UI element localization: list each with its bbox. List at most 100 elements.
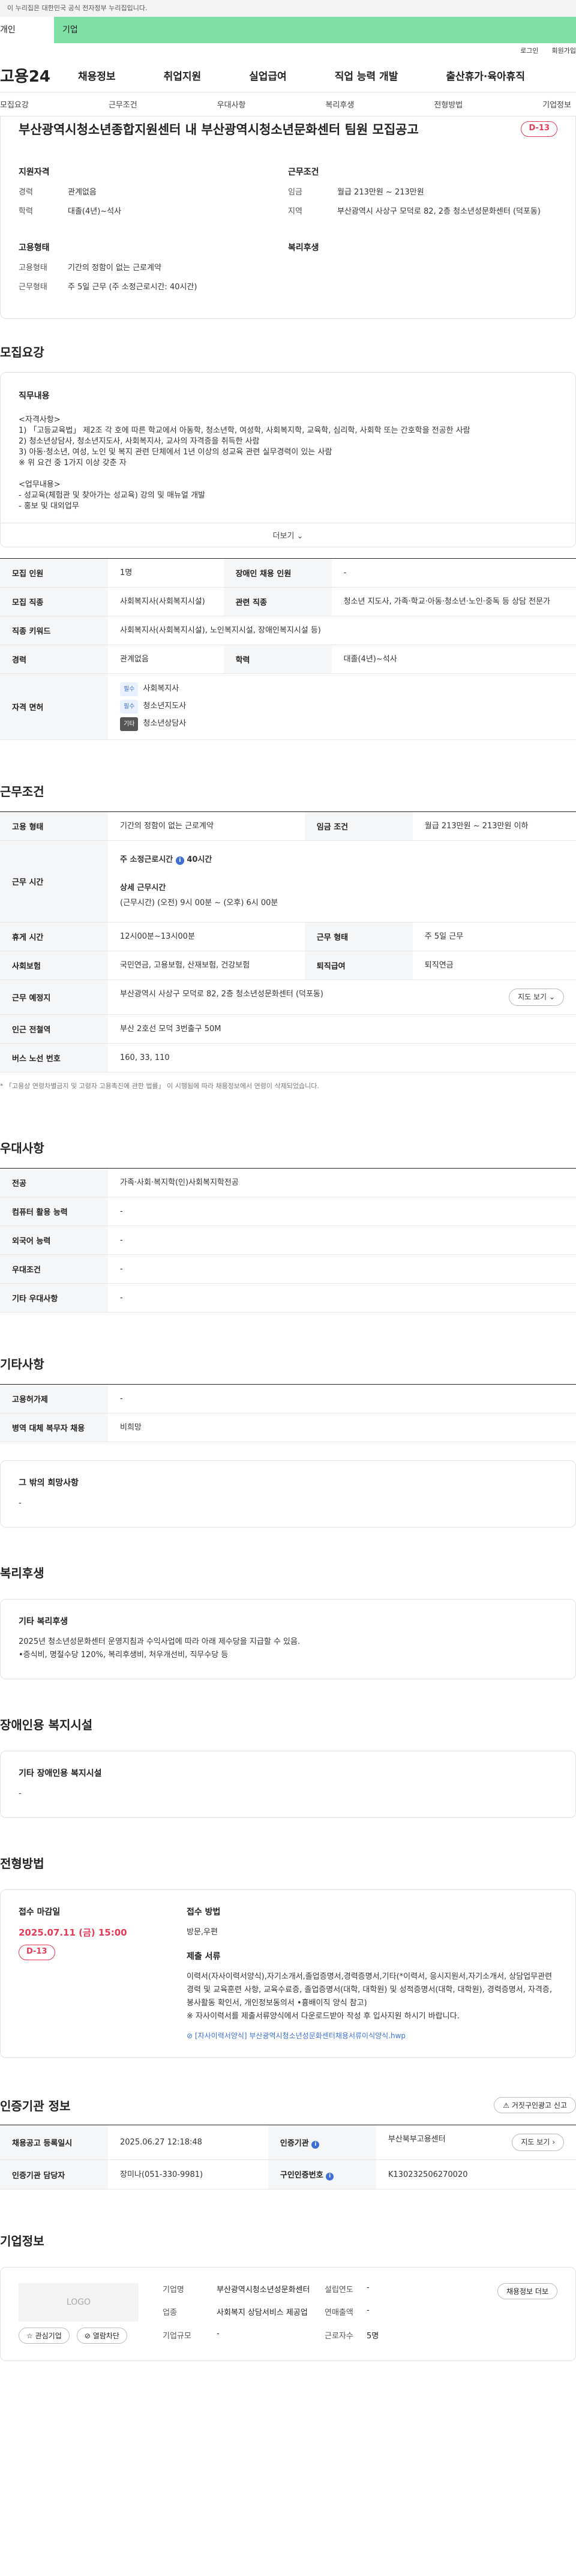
info-icon[interactable]: i [326,2173,334,2180]
subway-label: 인근 전철역 [0,1014,108,1044]
hope-box: 그 밖의 희망사항 - [0,1460,576,1527]
license-tag: 필수 [120,682,139,696]
hours-cell: 주 소정근로시간 i 40시간 상세 근무시간 (근무시간) (오전) 9시 0… [108,840,576,922]
login-link[interactable]: 로그인 [520,43,538,59]
career2-label: 경력 [0,645,108,674]
age-note: * 「고용상 연령차별금지 및 고령자 고용촉진에 관한 법률」 이 시행됨에 … [0,1082,319,1090]
subnav-pref[interactable]: 우대사항 [217,98,246,110]
year-label: 설립연도 [325,2286,353,2295]
wage-value: 월급 213만원 ~ 213만원 [337,188,424,197]
agency-label-text: 인증기관 [280,2138,309,2148]
nav-leave[interactable]: 출산휴가·육아휴직 [446,68,525,83]
manager-label: 인증기관 담당자 [0,2159,108,2189]
qualification-block: 지원자격 경력 관계없음 학력 대졸(4년)~석사 [19,166,288,226]
nav-support[interactable]: 취업지원 [164,68,202,83]
site-logo[interactable]: 고용24 [0,64,66,86]
disabled-label: 장애인 채용 인원 [223,558,332,588]
selection-dday-badge: D-13 [19,1945,55,1960]
disabled-box: 기타 장애인용 복지시설 - [0,1751,576,1818]
attachment-link[interactable]: ⊘ [자사이력서양식] 부산광역시청소년성문화센터채용서류이식양식.hwp [187,2030,557,2041]
subnav-welfare[interactable]: 복리후생 [325,98,354,110]
area-label: 지역 [288,207,302,216]
recruit-section-title: 모집요강 [0,345,44,360]
coname-label: 기업명 [163,2286,184,2295]
major-value: 가족·사회·복지학(인)사회복지학전공 [108,1168,576,1197]
pref-table: 전공 가족·사회·복지학(인)사회복지학전공 컴퓨터 활용 능력 - 외국어 능력 -… [0,1168,576,1313]
wage2-value: 월급 213만원 ~ 213만원 이하 [412,811,576,841]
count-value: 1명 [108,558,224,588]
career-value: 관계없음 [68,188,97,197]
info-icon[interactable]: i [311,2140,320,2149]
certno-value: K130232506270020 [376,2159,576,2189]
signup-link[interactable]: 회원가입 [552,43,576,59]
form-label: 근무 형태 [304,922,413,951]
block-button[interactable]: ⊘ 열람차단 [76,2328,127,2344]
chevron-down-icon: ⌄ [296,532,304,541]
major-label: 전공 [0,1168,108,1197]
summary-card: 부산광역시청소년종합지원센터 내 부산광역시청소년문화센터 팀원 모집공고 D-… [0,116,576,319]
license-name: 사회복지사 [143,684,179,693]
subnav-selection[interactable]: 전형방법 [434,98,463,110]
dday-badge: D-13 [521,121,557,137]
lang-value: - [108,1226,576,1255]
report-button[interactable]: ⚠ 거짓구인광고 신고 [494,2097,576,2113]
global-nav: 고용24 채용정보 취업지원 실업급여 직업 능력 개발 출산휴가·육아휴직 [0,59,576,92]
prefcond-value: - [108,1254,576,1284]
place-cell: 부산광역시 사상구 모덕로 82, 2층 청소년성문화센터 (덕포동) 지도 보… [108,980,576,1015]
hire-value: - [108,1384,576,1413]
nav-jobs[interactable]: 채용정보 [78,68,116,83]
block-label: 열람차단 [92,2332,119,2340]
job-value: 사회복지사(사회복지시설) [108,587,224,616]
fav-company-button[interactable]: ☆ 관심기업 [19,2328,70,2344]
welfare-section-title: 복리후생 [0,1566,44,1580]
rel-value: 청소년 지도사, 가족·학교·아동·청소년·노인·중독 등 상담 전문가 [331,587,576,616]
hope-heading: 그 밖의 희망사항 [19,1478,79,1488]
subnav-conditions[interactable]: 근무조건 [109,98,137,110]
form-value: 주 5일 근무 [412,922,576,951]
attachment-icon: ⊘ [187,2032,193,2040]
detail-value: (근무시간) (오전) 9시 00분 ~ (오후) 6시 00분 [120,898,278,907]
emptype2-value: 기간의 정함이 없는 근로계약 [108,811,305,841]
company-box: LOGO ☆ 관심기업 ⊘ 열람차단 기업명 부산광역시청소년성문화센터 설립연도… [0,2267,576,2361]
hours-value: 40시간 [187,855,212,864]
disabled-value: - [331,558,576,588]
agency-label: 인증기관 i [268,2125,376,2160]
star-icon: ☆ [26,2332,33,2340]
license-name: 청소년상담사 [143,719,187,728]
welfare-block: 복리후생 [288,241,557,301]
career2-value: 관계없음 [108,645,224,674]
jd-text: <자격사항> 1) 「고등교육법」 제2조 각 호에 따른 학교에서 아동학, … [19,415,470,511]
tab-personal[interactable]: 개인 [0,17,54,43]
career-label: 경력 [19,188,33,197]
disabled-section-title: 장애인용 복지시설 [0,1718,93,1732]
qualification-heading: 지원자격 [19,167,50,177]
info-icon[interactable]: i [175,856,184,865]
company-jobs-button[interactable]: 채용정보 더보 [497,2283,557,2299]
tab-company[interactable]: 기업 [54,17,576,43]
revenue-value: - [367,2306,370,2316]
nav-training[interactable]: 직업 능력 개발 [335,68,398,83]
agency-map-button[interactable]: 지도 보기 › [512,2134,564,2151]
scale-value: - [217,2329,220,2338]
more-button[interactable]: 더보기 ⌄ [1,523,575,547]
docs-heading: 제출 서류 [187,1952,221,1961]
agency-value: 부산북부고용센터 [388,2135,446,2144]
company-logo: LOGO [19,2283,139,2322]
nav-benefit[interactable]: 실업급여 [249,68,287,83]
license-label: 자격 면허 [0,673,108,740]
emptype-value: 기간의 정함이 없는 근로계약 [68,263,161,272]
map-button[interactable]: 지도 보기 ⌄ [509,989,564,1006]
industry-value: 사회복지 상담서비스 제공업 [217,2308,308,2318]
rel-label: 관련 직종 [223,587,332,616]
cert-table: 채용공고 등록일시 2025.06.27 12:18:48 인증기관 i 부산북… [0,2125,576,2189]
jd-heading: 직무내용 [19,391,50,401]
bottom-spacer [0,2361,576,2397]
more-label: 더보기 [272,532,295,541]
wage-label: 임금 [288,188,302,197]
subnav-recruit[interactable]: 모집요강 [0,98,29,110]
edu-value: 대졸(4년)~석사 [68,207,122,216]
job-title: 부산광역시청소년종합지원센터 내 부산광역시청소년문화센터 팀원 모집공고 [19,122,419,137]
certno-label-text: 구인인증번호 [280,2171,323,2180]
industry-label: 업종 [163,2308,177,2318]
subnav-company[interactable]: 기업정보 [542,98,571,110]
